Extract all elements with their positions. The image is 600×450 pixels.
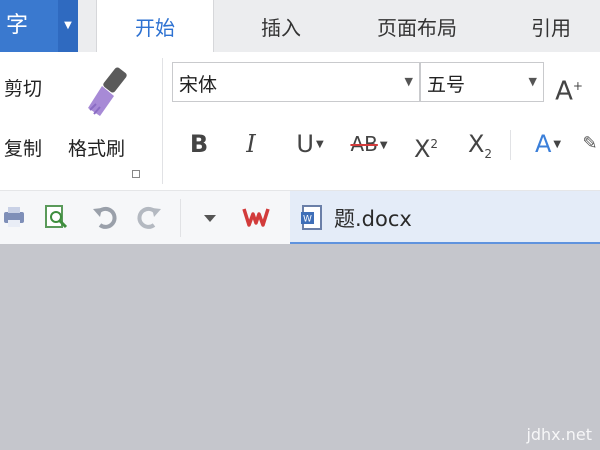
tab-insert[interactable]: 插入	[236, 0, 326, 52]
print-preview-icon[interactable]	[42, 203, 70, 231]
document-tab[interactable]: W 题.docx	[290, 191, 600, 245]
wps-logo-icon[interactable]	[242, 203, 270, 231]
grow-font-label: A	[555, 76, 573, 107]
chevron-down-icon[interactable]: ▼	[405, 75, 413, 88]
more-format-icon[interactable]: ✎	[580, 124, 600, 164]
format-painter-button[interactable]: 格式刷	[68, 134, 125, 161]
customize-dropdown-icon[interactable]	[196, 203, 224, 231]
text-effect-button[interactable]: A ▼	[520, 124, 576, 164]
subscript-label: X	[467, 130, 485, 158]
copy-button[interactable]: 复制	[4, 134, 42, 161]
ribbon-tab-bar: 字 ▼ 开始 插入 页面布局 引用	[0, 0, 600, 52]
word-document-icon: W	[301, 205, 322, 230]
grow-font-button[interactable]: A+	[552, 66, 586, 107]
print-icon[interactable]	[2, 203, 30, 231]
quick-access-toolbar: W 题.docx	[0, 190, 600, 245]
strikethrough-label: AB	[350, 132, 378, 156]
chevron-down-icon[interactable]: ▼	[529, 75, 537, 88]
underline-button[interactable]: U ▼	[282, 124, 338, 164]
tab-references[interactable]: 引用	[506, 0, 596, 52]
ribbon-separator	[162, 58, 163, 184]
redo-icon[interactable]	[136, 203, 164, 231]
strikethrough-button[interactable]: AB ▼	[340, 124, 398, 164]
subscript-button[interactable]: X2	[460, 124, 500, 164]
underline-label: U	[296, 130, 314, 158]
app-menu-button[interactable]: 字 ▼	[0, 0, 78, 52]
chevron-down-icon[interactable]: ▼	[316, 139, 324, 150]
tab-home[interactable]: 开始	[96, 0, 214, 52]
svg-text:W: W	[303, 215, 312, 225]
undo-icon[interactable]	[90, 203, 118, 231]
clipboard-dialog-launcher[interactable]	[132, 170, 140, 178]
app-menu-label: 字	[6, 13, 29, 38]
ribbon-home-panel: 剪切 复制 格式刷 宋体 ▼ 五号 ▼ A+ B I U ▼ AB ▼ X2 X2 …	[0, 52, 600, 190]
chevron-down-icon[interactable]: ▼	[553, 139, 561, 150]
superscript-label: X	[413, 135, 431, 163]
font-name-value: 宋体	[179, 74, 218, 96]
text-effect-label: A	[534, 130, 552, 158]
tab-page-layout[interactable]: 页面布局	[355, 0, 479, 52]
grow-font-plus: +	[572, 79, 583, 93]
font-size-select[interactable]: 五号 ▼	[420, 62, 544, 102]
format-painter-icon[interactable]	[80, 64, 136, 120]
toolbar-separator	[180, 199, 181, 237]
superscript-mark: 2	[430, 137, 439, 151]
font-name-select[interactable]: 宋体 ▼	[172, 62, 420, 102]
chevron-down-icon[interactable]: ▼	[380, 140, 388, 151]
document-tab-name: 题.docx	[334, 207, 412, 231]
font-size-value: 五号	[427, 74, 466, 96]
subscript-mark: 2	[484, 146, 493, 161]
cut-button[interactable]: 剪切	[4, 74, 42, 101]
site-watermark: jdhx.net	[526, 425, 592, 444]
superscript-button[interactable]: X2	[406, 124, 446, 164]
document-canvas[interactable]: jdhx.net	[0, 244, 600, 450]
app-menu-dropdown-icon[interactable]: ▼	[58, 0, 78, 52]
ribbon-separator	[510, 130, 511, 160]
bold-button[interactable]: B	[184, 124, 214, 164]
italic-button[interactable]: I	[236, 124, 266, 164]
